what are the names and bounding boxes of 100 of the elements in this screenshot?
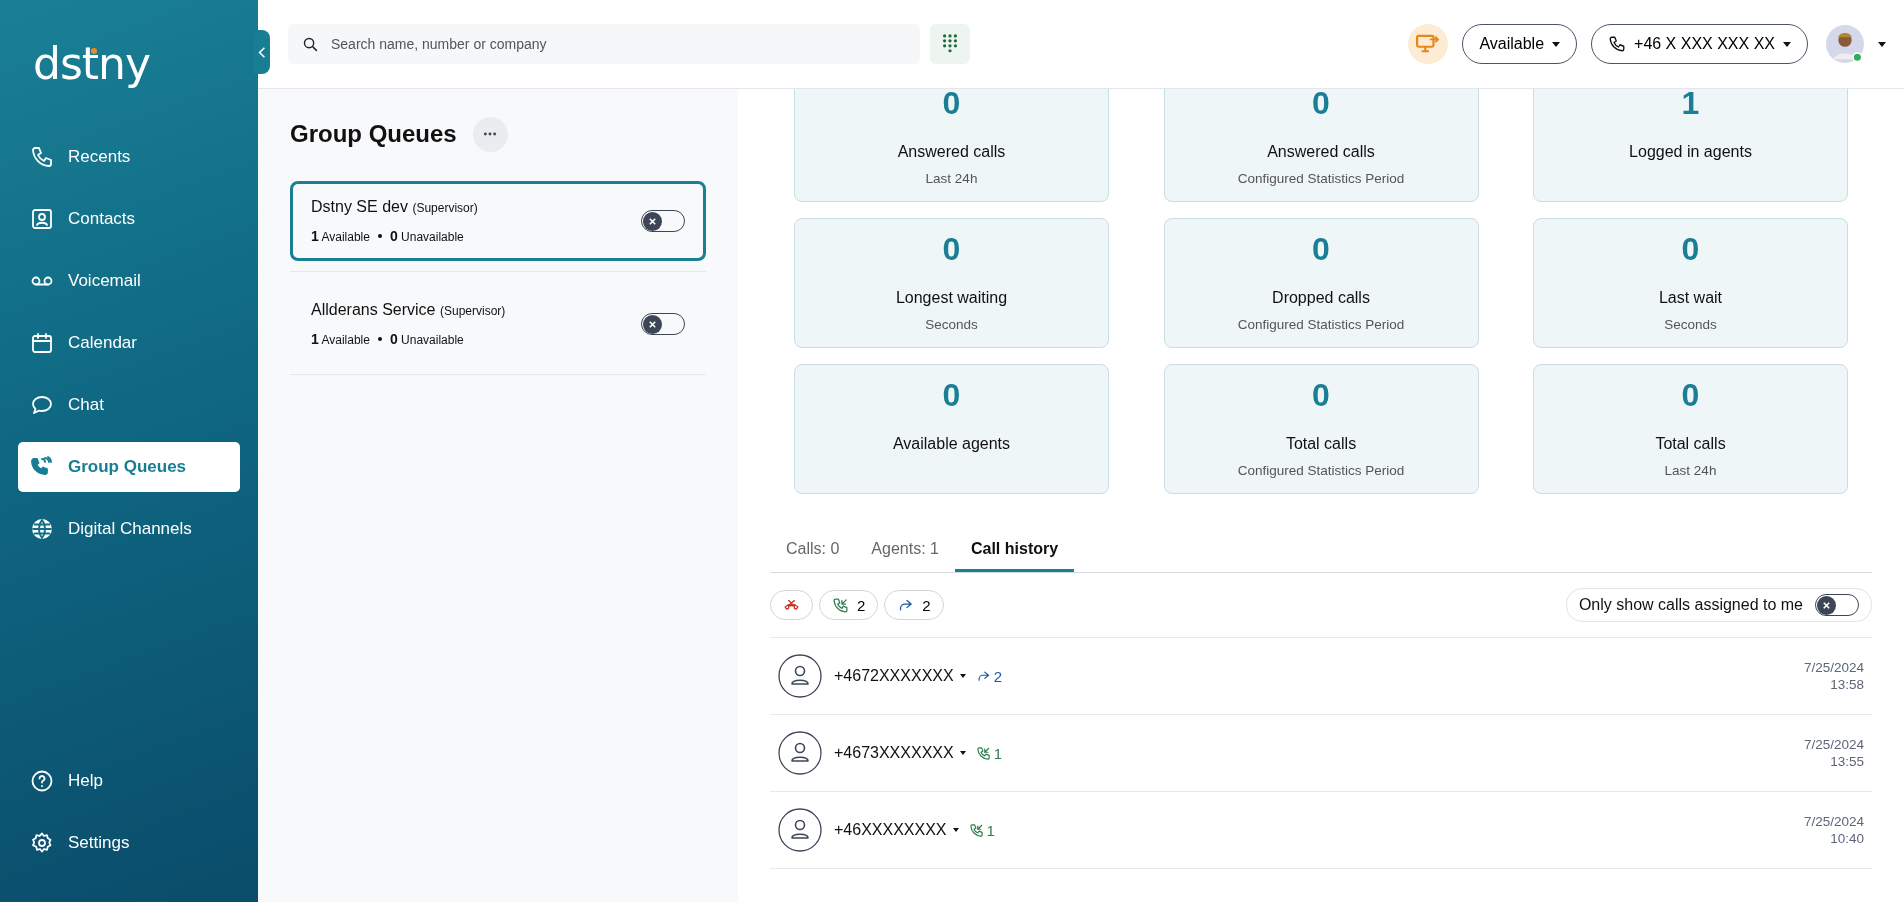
incoming-call-icon xyxy=(832,596,849,614)
close-icon xyxy=(1822,600,1831,610)
sidebar-item[interactable]: Voicemail xyxy=(18,256,240,306)
stat-label: Available agents xyxy=(892,435,1011,453)
stat-label: Answered calls xyxy=(897,143,1006,161)
stat-label: Longest waiting xyxy=(895,289,1008,307)
dialpad-icon xyxy=(941,33,959,55)
phone-number-dropdown[interactable]: +46 X XXX XXX XX xyxy=(1591,24,1808,64)
stat-period: Configured Statistics Period xyxy=(1237,171,1405,186)
stat-label: Total calls xyxy=(1655,435,1726,453)
search-field[interactable]: Search name, number or company xyxy=(288,24,920,64)
call-date: 7/25/2024 xyxy=(1803,660,1864,675)
stat-label: Answered calls xyxy=(1267,143,1375,161)
collapse-button[interactable] xyxy=(254,30,270,74)
caret-icon[interactable] xyxy=(952,828,959,832)
queue-name: Allderans Service xyxy=(311,301,436,318)
close-icon xyxy=(648,216,657,226)
stat-value: 0 xyxy=(1681,377,1700,415)
call-count-badge: 1 xyxy=(975,744,1002,762)
caret-icon[interactable] xyxy=(959,751,966,755)
logo: dstny xyxy=(33,37,151,89)
stat-label: Logged in agents xyxy=(1629,143,1752,161)
call-time: 13:55 xyxy=(1830,754,1864,769)
call-filter-chip[interactable]: 2 xyxy=(884,590,944,620)
tab[interactable]: Call history xyxy=(954,528,1075,572)
stat-period: Configured Statistics Period xyxy=(1237,317,1405,332)
stat-label: Last wait xyxy=(1658,289,1723,307)
call-date: 7/25/2024 xyxy=(1803,737,1864,752)
sidebar-item[interactable]: Recents xyxy=(18,132,240,182)
tab[interactable]: Calls: 0 xyxy=(770,528,856,572)
queue-card[interactable]: Dstny SE dev (Supervisor) 1 Available 0 Unavailable xyxy=(290,181,706,261)
caller-number: +4673XXXXXXX xyxy=(834,744,954,762)
chat-icon xyxy=(30,393,54,417)
more-icon xyxy=(483,132,498,136)
queue-role: (Supervisor) xyxy=(412,201,478,215)
stat-value: 0 xyxy=(942,89,961,123)
person-avatar-icon xyxy=(778,808,822,852)
contact-icon xyxy=(30,207,54,231)
tab[interactable]: Agents: 1 xyxy=(855,528,955,572)
status-dropdown[interactable]: Available xyxy=(1462,24,1578,64)
person-avatar-icon xyxy=(778,654,822,698)
stat-label: Total calls xyxy=(1285,435,1357,453)
caret-icon[interactable] xyxy=(1878,41,1886,47)
call-time: 13:58 xyxy=(1830,677,1864,692)
call-filter-chip[interactable] xyxy=(770,590,813,620)
sidebar-item[interactable]: Calendar xyxy=(18,318,240,368)
calendar-icon xyxy=(30,331,54,355)
stat-value: 0 xyxy=(942,377,961,415)
monitor-arrow-icon xyxy=(1416,34,1441,54)
page-title: Group Queues xyxy=(290,120,457,148)
phone-icon xyxy=(1608,35,1627,53)
sidebar-item[interactable]: Contacts xyxy=(18,194,240,244)
globe-icon xyxy=(30,517,54,541)
available-count: 1 Available xyxy=(311,228,370,244)
call-filter-chip[interactable]: 2 xyxy=(819,590,879,620)
call-date: 7/25/2024 xyxy=(1803,814,1864,829)
stat-label: Dropped calls xyxy=(1272,289,1370,307)
call-row[interactable]: +4673XXXXXXX 1 7/25/2024 13:55 xyxy=(770,715,1872,792)
stat-period: Seconds xyxy=(925,317,978,332)
call-row[interactable]: +46XXXXXXXX 1 7/25/2024 10:40 xyxy=(770,792,1872,869)
queue-card[interactable]: Allderans Service (Supervisor) 1 Available 0 Unavailable xyxy=(290,284,706,364)
stat-value: 0 xyxy=(1312,231,1330,269)
sidebar-item[interactable]: Help xyxy=(18,756,240,806)
phone-icon xyxy=(30,145,54,169)
dialpad-button[interactable] xyxy=(930,24,970,64)
stat-period: Last 24h xyxy=(1664,463,1717,478)
sidebar-item[interactable]: Settings xyxy=(18,818,240,868)
close-icon xyxy=(648,319,657,329)
call-row[interactable]: +4672XXXXXXX 2 7/25/2024 13:58 xyxy=(770,638,1872,715)
stat-period: Seconds xyxy=(1664,317,1717,332)
assigned-filter[interactable]: Only show calls assigned to me xyxy=(1565,588,1872,622)
caller-number: +4672XXXXXXX xyxy=(834,667,954,685)
caret-icon[interactable] xyxy=(959,674,966,678)
stat-period: Configured Statistics Period xyxy=(1237,463,1405,478)
stat-value: 0 xyxy=(942,231,961,269)
person-avatar-icon xyxy=(778,731,822,775)
call-count-badge: 2 xyxy=(975,667,1002,685)
stat-value: 1 xyxy=(1681,89,1700,123)
sidebar-item[interactable]: Digital Channels xyxy=(18,504,240,554)
stat-value: 0 xyxy=(1312,89,1330,123)
call-time: 10:40 xyxy=(1830,831,1864,846)
screen-share-button[interactable] xyxy=(1408,24,1449,64)
sidebar-item[interactable]: Group Queues xyxy=(18,442,240,492)
stat-value: 0 xyxy=(1312,377,1330,415)
stat-period: Last 24h xyxy=(925,171,978,186)
sidebar-item[interactable]: Chat xyxy=(18,380,240,430)
help-icon xyxy=(30,769,54,793)
stat-value: 0 xyxy=(1681,231,1700,269)
caret-icon xyxy=(1783,41,1791,47)
available-count: 1 Available xyxy=(311,331,370,347)
caret-icon xyxy=(1552,41,1561,47)
queue-role: (Supervisor) xyxy=(439,304,506,318)
unavailable-count: 0 Unavailable xyxy=(389,228,464,244)
settings-icon xyxy=(30,831,54,855)
call-count-badge: 1 xyxy=(968,821,995,839)
assigned-filter-label: Only show calls assigned to me xyxy=(1578,596,1803,614)
caller-number: +46XXXXXXXX xyxy=(834,821,947,839)
user-avatar[interactable] xyxy=(1826,25,1864,63)
unavailable-count: 0 Unavailable xyxy=(389,331,464,347)
chevron-left-icon xyxy=(258,45,266,59)
